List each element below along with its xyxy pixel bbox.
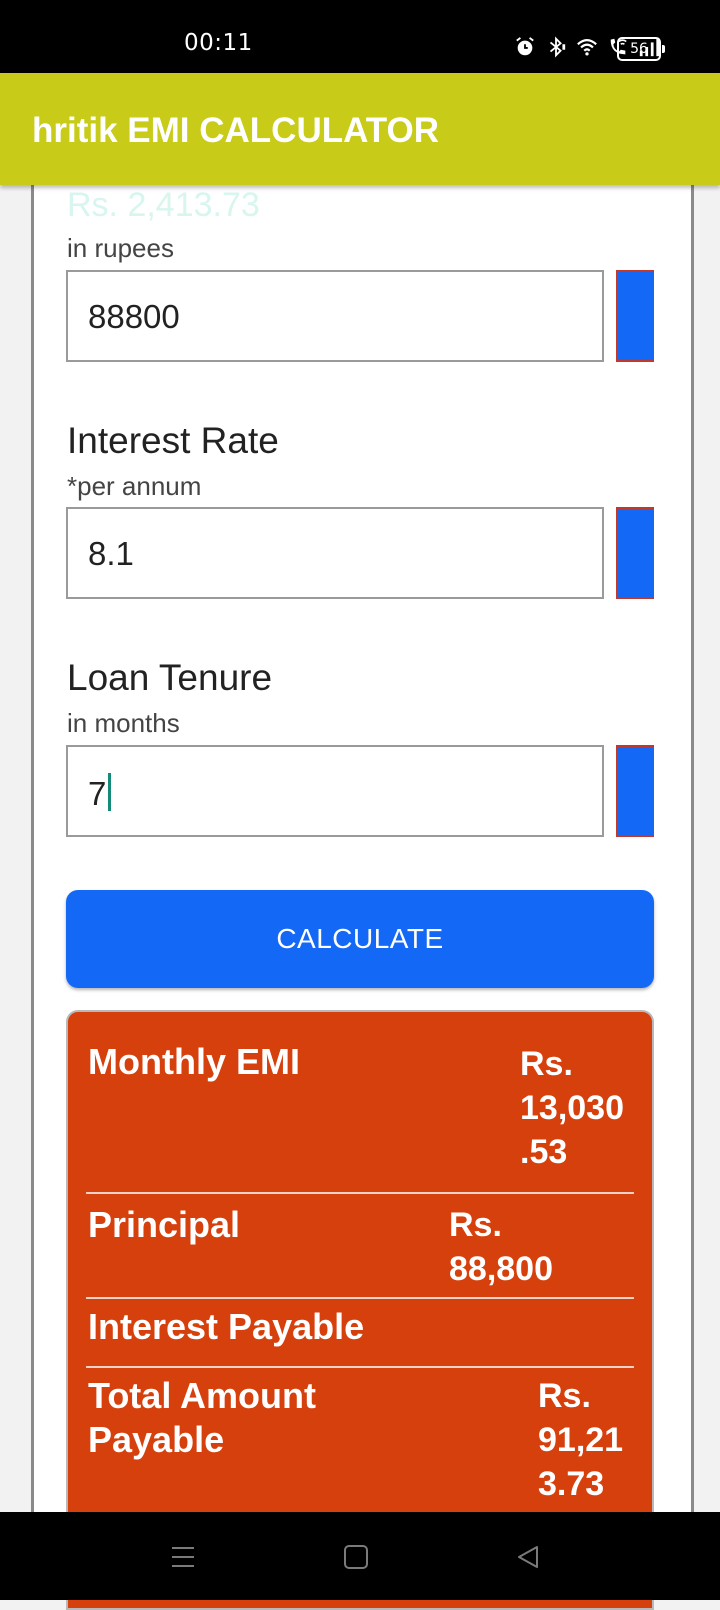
interest-rate-slider-handle[interactable] xyxy=(616,507,654,599)
loan-amount-value: 88800 xyxy=(88,298,180,335)
divider xyxy=(86,1297,634,1299)
wifi-icon xyxy=(577,39,597,56)
interest-rate-value: 8.1 xyxy=(88,535,134,572)
loan-amount-slider-handle[interactable] xyxy=(616,270,654,362)
battery-icon: 56 xyxy=(617,37,665,61)
loan-tenure-label: Loan Tenure xyxy=(67,657,273,698)
interest-rate-label: Interest Rate xyxy=(67,420,279,461)
total-amount-label: Total Amount Payable xyxy=(88,1375,316,1460)
navigation-bar xyxy=(0,1512,720,1600)
loan-amount-input[interactable]: 88800 xyxy=(66,270,604,362)
alarm-icon xyxy=(516,37,534,56)
calculate-button[interactable]: CALCULATE xyxy=(66,890,654,988)
bluetooth-icon xyxy=(549,36,566,58)
menu-icon[interactable] xyxy=(170,1544,196,1570)
monthly-emi-label: Monthly EMI xyxy=(88,1041,300,1082)
home-icon[interactable] xyxy=(343,1544,369,1570)
loan-tenure-value: 7 xyxy=(88,773,112,813)
total-amount-value: Rs. 91,21 3.73 xyxy=(538,1377,624,1503)
text-cursor xyxy=(108,773,112,811)
emi-preview-text: Rs. 2,413.73 xyxy=(67,186,260,224)
status-time: 00:11 xyxy=(184,30,253,56)
divider xyxy=(86,1192,634,1194)
amount-unit-label: in rupees xyxy=(67,233,174,263)
principal-label: Principal xyxy=(88,1204,241,1245)
monthly-emi-value: Rs. 13,030 .53 xyxy=(520,1045,624,1171)
app-bar: hritik EMI CALCULATOR xyxy=(0,73,720,185)
principal-value: Rs. 88,800 xyxy=(449,1206,553,1288)
interest-payable-label: Interest Payable xyxy=(88,1306,365,1347)
loan-tenure-input[interactable]: 7 xyxy=(66,745,604,837)
battery-level: 56 xyxy=(630,41,648,57)
status-bar: 00:11 56 xyxy=(0,0,720,73)
loan-tenure-slider-handle[interactable] xyxy=(616,745,654,837)
interest-rate-input[interactable]: 8.1 xyxy=(66,507,604,599)
loan-tenure-unit-label: in months xyxy=(67,708,180,738)
divider xyxy=(86,1366,634,1368)
app-title: hritik EMI CALCULATOR xyxy=(32,111,440,150)
back-icon[interactable] xyxy=(515,1544,541,1570)
interest-rate-unit-label: *per annum xyxy=(67,471,202,501)
